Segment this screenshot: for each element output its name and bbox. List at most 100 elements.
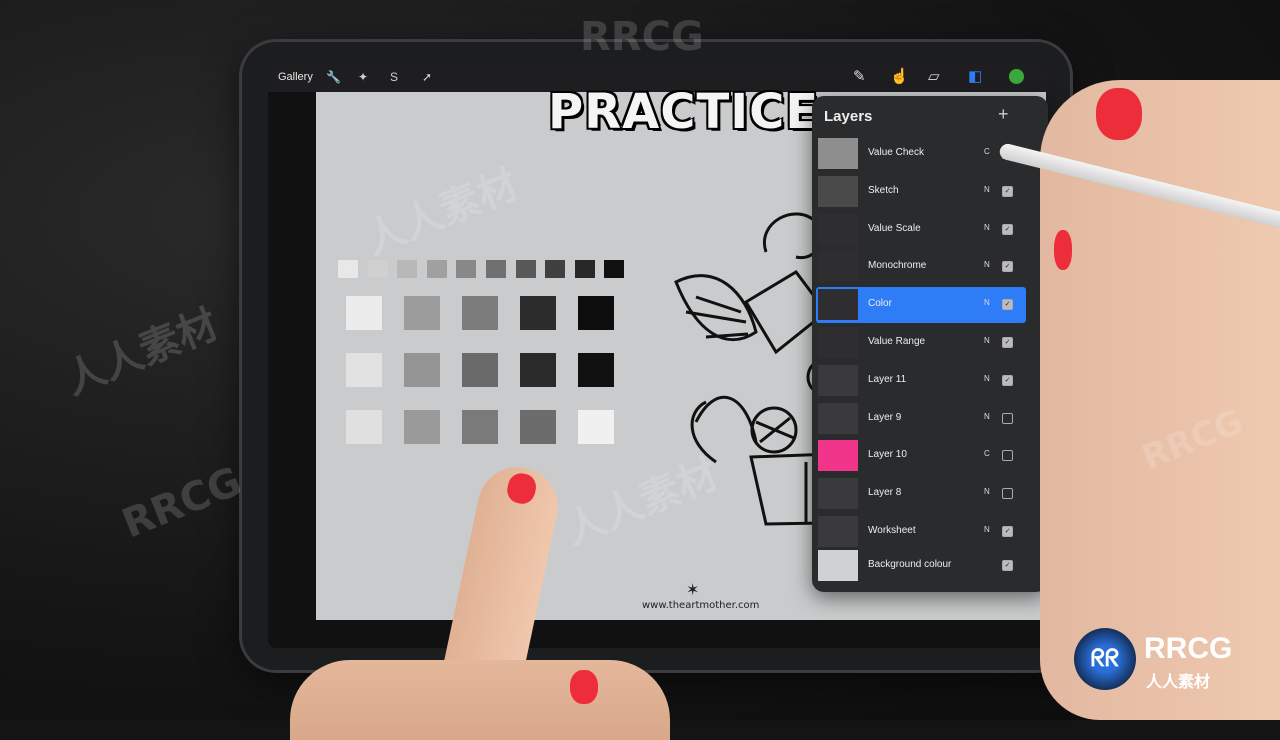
layer-thumbnail — [818, 364, 858, 396]
layer-row[interactable]: Monochrome N ✓ — [816, 249, 1026, 285]
value-scale-swatch — [456, 260, 477, 278]
value-swatch — [462, 296, 498, 330]
rrcg-logo: ᖇᖇ RRCG 人人素材 — [1074, 628, 1272, 691]
rrcg-logo-icon: ᖇᖇ — [1074, 628, 1136, 690]
layer-thumbnail — [818, 251, 858, 283]
value-scale-swatch — [545, 260, 566, 278]
layer-visibility-checkbox[interactable]: ✓ — [1002, 337, 1013, 348]
layer-row[interactable]: Value CheckC✓ — [816, 136, 1026, 172]
layer-name: Sketch — [868, 184, 899, 196]
layer-visibility-checkbox[interactable]: ✓ — [1002, 559, 1013, 571]
layer-name: Layer 8 — [868, 487, 902, 499]
value-swatch — [404, 353, 440, 387]
layer-thumbnail — [818, 516, 858, 547]
blend-mode-button[interactable]: N — [984, 260, 990, 269]
layer-row[interactable]: Layer 8 N — [816, 476, 1026, 512]
layer-name: Layer 11 — [868, 373, 907, 385]
layer-row[interactable]: Layer 9 N — [816, 401, 1026, 437]
gallery-button[interactable]: Gallery — [278, 71, 313, 83]
layer-name: Monochrome — [868, 260, 927, 272]
blend-mode-button[interactable]: N — [984, 374, 990, 383]
blend-mode-button[interactable]: N — [984, 487, 990, 496]
left-hand — [290, 660, 670, 740]
value-scale-swatch — [604, 260, 625, 278]
fingernail — [1054, 230, 1072, 270]
value-scale-swatch — [486, 260, 506, 278]
layer-row[interactable]: Background colour ✓ — [816, 548, 1026, 584]
layer-thumbnail — [818, 402, 858, 434]
value-swatch — [404, 410, 440, 444]
layer-thumbnail — [818, 440, 858, 472]
value-swatch — [404, 296, 440, 330]
value-swatch — [578, 353, 614, 387]
layers-panel: Layers + Value CheckC✓SketchN✓Value Scal… — [812, 96, 1048, 592]
value-swatch — [578, 296, 614, 330]
layer-thumbnail — [818, 327, 858, 358]
value-scale-swatch — [367, 260, 388, 278]
blend-mode-button[interactable]: N — [984, 223, 990, 232]
color-picker-button[interactable] — [1008, 68, 1025, 85]
value-swatch — [578, 410, 614, 444]
layer-row[interactable]: Worksheet N ✓ — [816, 514, 1026, 550]
layer-thumbnail — [818, 478, 858, 510]
blend-mode-button[interactable]: N — [984, 336, 990, 345]
layer-visibility-checkbox[interactable] — [1002, 488, 1013, 500]
layer-thumbnail — [818, 289, 858, 321]
practice-title-art: PRACTICE — [548, 84, 820, 140]
layer-name: Color — [868, 298, 892, 310]
blend-mode-button[interactable]: C — [984, 147, 990, 156]
layer-name: Background colour — [868, 558, 952, 570]
layer-thumbnail — [818, 175, 858, 207]
fingernail — [504, 470, 539, 507]
layer-thumbnail — [818, 138, 858, 169]
selection-icon[interactable]: S — [390, 70, 398, 84]
layer-row[interactable]: Value Range N ✓ — [816, 325, 1026, 361]
layer-visibility-checkbox[interactable]: ✓ — [1002, 299, 1013, 311]
blend-mode-button[interactable]: N — [984, 185, 990, 194]
layer-name: Layer 9 — [868, 411, 902, 423]
value-swatch — [520, 296, 556, 330]
value-swatch — [346, 410, 382, 444]
value-scale-swatch — [574, 260, 595, 278]
artmother-logo-icon: ✶ — [686, 582, 700, 599]
value-scale-swatch — [397, 260, 418, 278]
layer-visibility-checkbox[interactable]: ✓ — [1002, 374, 1013, 386]
blend-mode-button[interactable]: N — [984, 525, 990, 534]
footer-url: www.theartmother.com — [642, 600, 760, 611]
layer-visibility-checkbox[interactable]: ✓ — [1002, 223, 1013, 235]
layer-row[interactable]: Color N ✓ — [816, 287, 1026, 324]
layer-visibility-checkbox[interactable]: ✓ — [1002, 261, 1013, 273]
wrench-icon[interactable]: 🔧 — [326, 70, 341, 84]
blend-mode-button[interactable]: N — [984, 298, 990, 307]
layer-visibility-checkbox[interactable] — [1002, 450, 1013, 462]
layers-panel-title: Layers — [824, 108, 873, 125]
smudge-icon[interactable]: ☝ — [890, 67, 909, 85]
layer-row[interactable]: Layer 10 C — [816, 438, 1026, 474]
magic-wand-icon[interactable]: ✦ — [358, 70, 368, 84]
brush-icon[interactable]: ✎ — [853, 67, 866, 85]
eraser-icon[interactable]: ▱ — [928, 67, 940, 85]
blend-mode-button[interactable]: N — [984, 412, 990, 421]
layer-row[interactable]: Sketch N ✓ — [816, 174, 1026, 210]
layers-icon[interactable]: ◧ — [968, 67, 982, 85]
logo-subtext: 人人素材 — [1146, 674, 1211, 691]
layer-row[interactable]: Value Scale N ✓ — [816, 212, 1026, 248]
value-swatch — [520, 353, 556, 387]
layer-visibility-checkbox[interactable] — [1002, 412, 1013, 424]
add-layer-icon[interactable]: + — [998, 104, 1009, 125]
layer-visibility-checkbox[interactable]: ✓ — [1002, 526, 1013, 537]
layer-visibility-checkbox[interactable]: ✓ — [1002, 185, 1013, 197]
value-scale-swatch — [338, 260, 358, 278]
blend-mode-button[interactable]: C — [984, 449, 990, 458]
fingernail — [1096, 88, 1142, 140]
transform-arrow-icon[interactable]: ➚ — [422, 70, 432, 84]
value-swatch — [462, 410, 498, 444]
layer-name: Value Scale — [868, 222, 921, 234]
layer-row[interactable]: Layer 11 N ✓ — [816, 363, 1026, 399]
value-swatch — [462, 353, 498, 387]
value-scale-swatch — [515, 260, 536, 278]
layer-name: Worksheet — [868, 525, 916, 536]
logo-text: RRCG — [1144, 632, 1233, 665]
value-swatch — [346, 296, 382, 330]
layer-name: Layer 10 — [868, 449, 907, 461]
